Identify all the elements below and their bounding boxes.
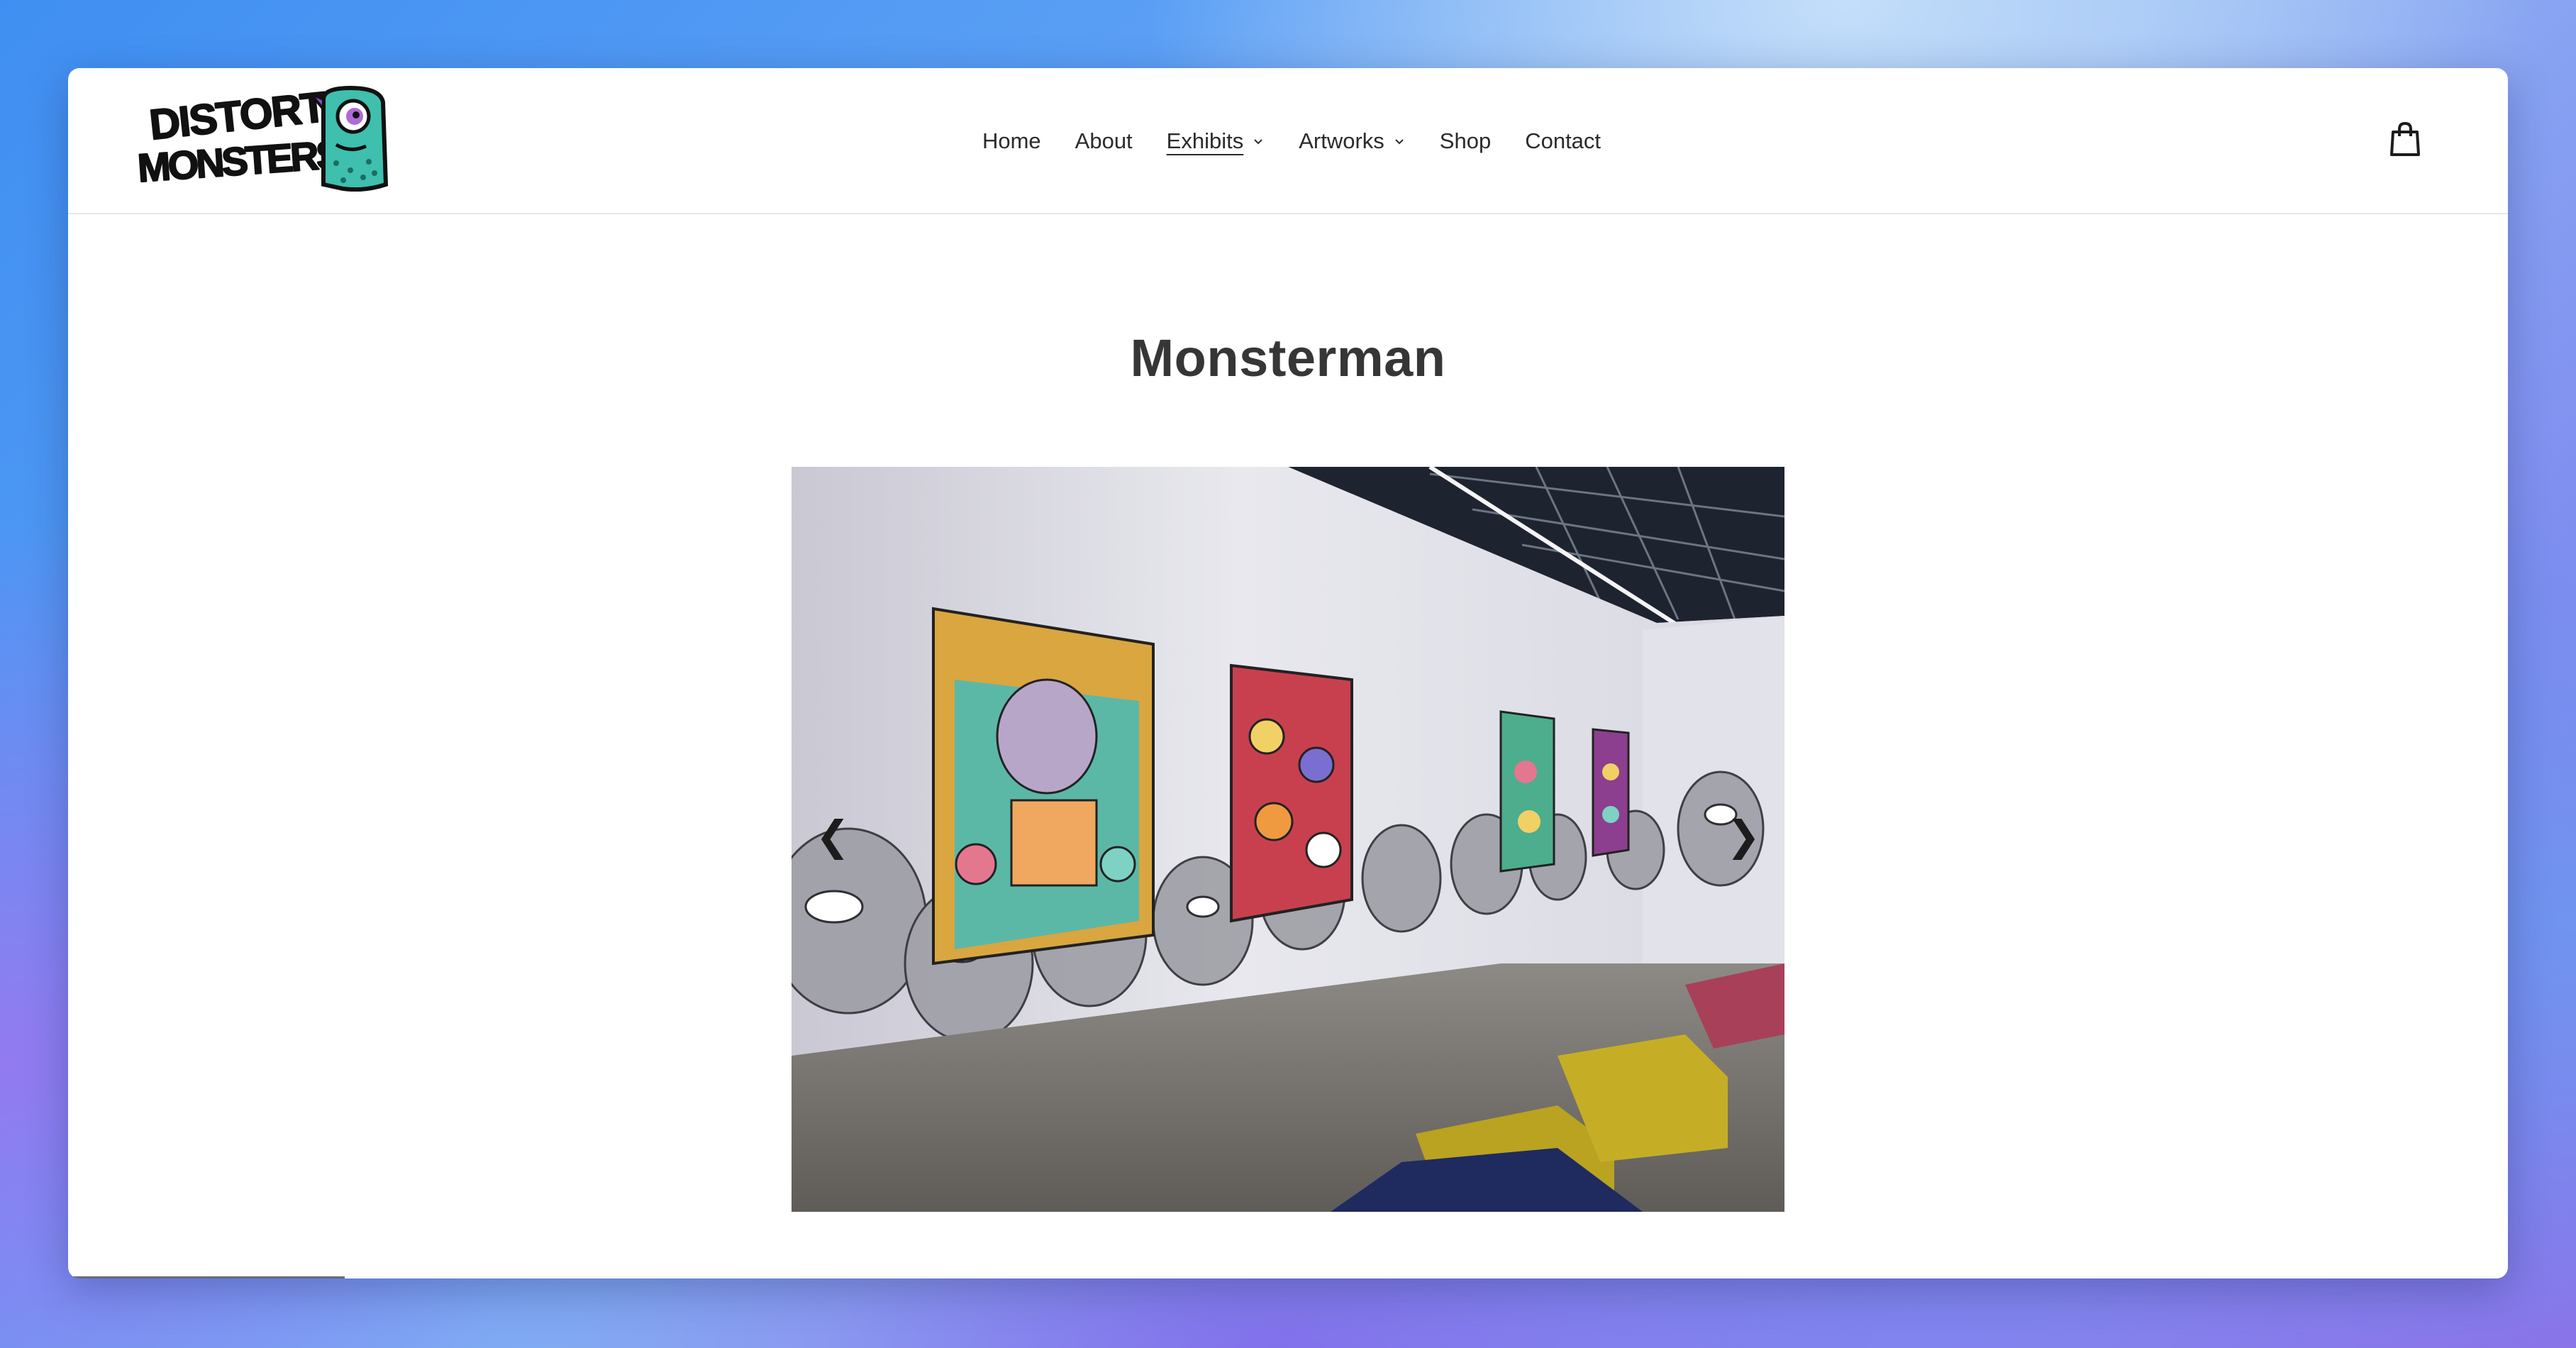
nav-contact[interactable]: Contact — [1525, 128, 1601, 154]
nav-artworks[interactable]: Artworks — [1299, 128, 1406, 154]
nav-artworks-label: Artworks — [1299, 128, 1384, 153]
nav-exhibits[interactable]: Exhibits — [1167, 128, 1265, 154]
nav-contact-label: Contact — [1525, 128, 1601, 153]
chevron-down-icon — [1395, 139, 1404, 145]
slideshow-prev-button[interactable]: ❮ — [811, 807, 854, 864]
nav-shop-label: Shop — [1439, 128, 1492, 153]
nav-home-label: Home — [982, 128, 1041, 153]
nav-exhibits-label: Exhibits — [1166, 128, 1244, 153]
nav-about-label: About — [1075, 128, 1133, 153]
slide-image — [792, 467, 1784, 1212]
main-navigation: Home About Exhibits Artworks Shop Contac… — [68, 68, 2508, 214]
painting-1 — [932, 607, 1155, 966]
painting-2 — [1230, 663, 1353, 923]
shopping-bag-icon[interactable] — [2387, 121, 2423, 158]
image-slideshow[interactable]: ❮ ❯ — [792, 467, 1784, 1212]
nav-shop[interactable]: Shop — [1440, 128, 1491, 154]
painting-4 — [1592, 728, 1630, 857]
page-title: Monsterman — [1130, 328, 1446, 387]
browser-page: DISTORT MONSTERS Home About Exhibits Art… — [68, 68, 2508, 1278]
painting-3 — [1499, 710, 1555, 873]
site-header: DISTORT MONSTERS Home About Exhibits Art… — [68, 68, 2508, 214]
slideshow-next-button[interactable]: ❯ — [1722, 807, 1765, 864]
nav-about[interactable]: About — [1075, 128, 1133, 154]
chevron-down-icon — [1254, 139, 1262, 145]
horizontal-scrollbar[interactable] — [68, 1276, 345, 1278]
nav-home[interactable]: Home — [982, 128, 1041, 154]
